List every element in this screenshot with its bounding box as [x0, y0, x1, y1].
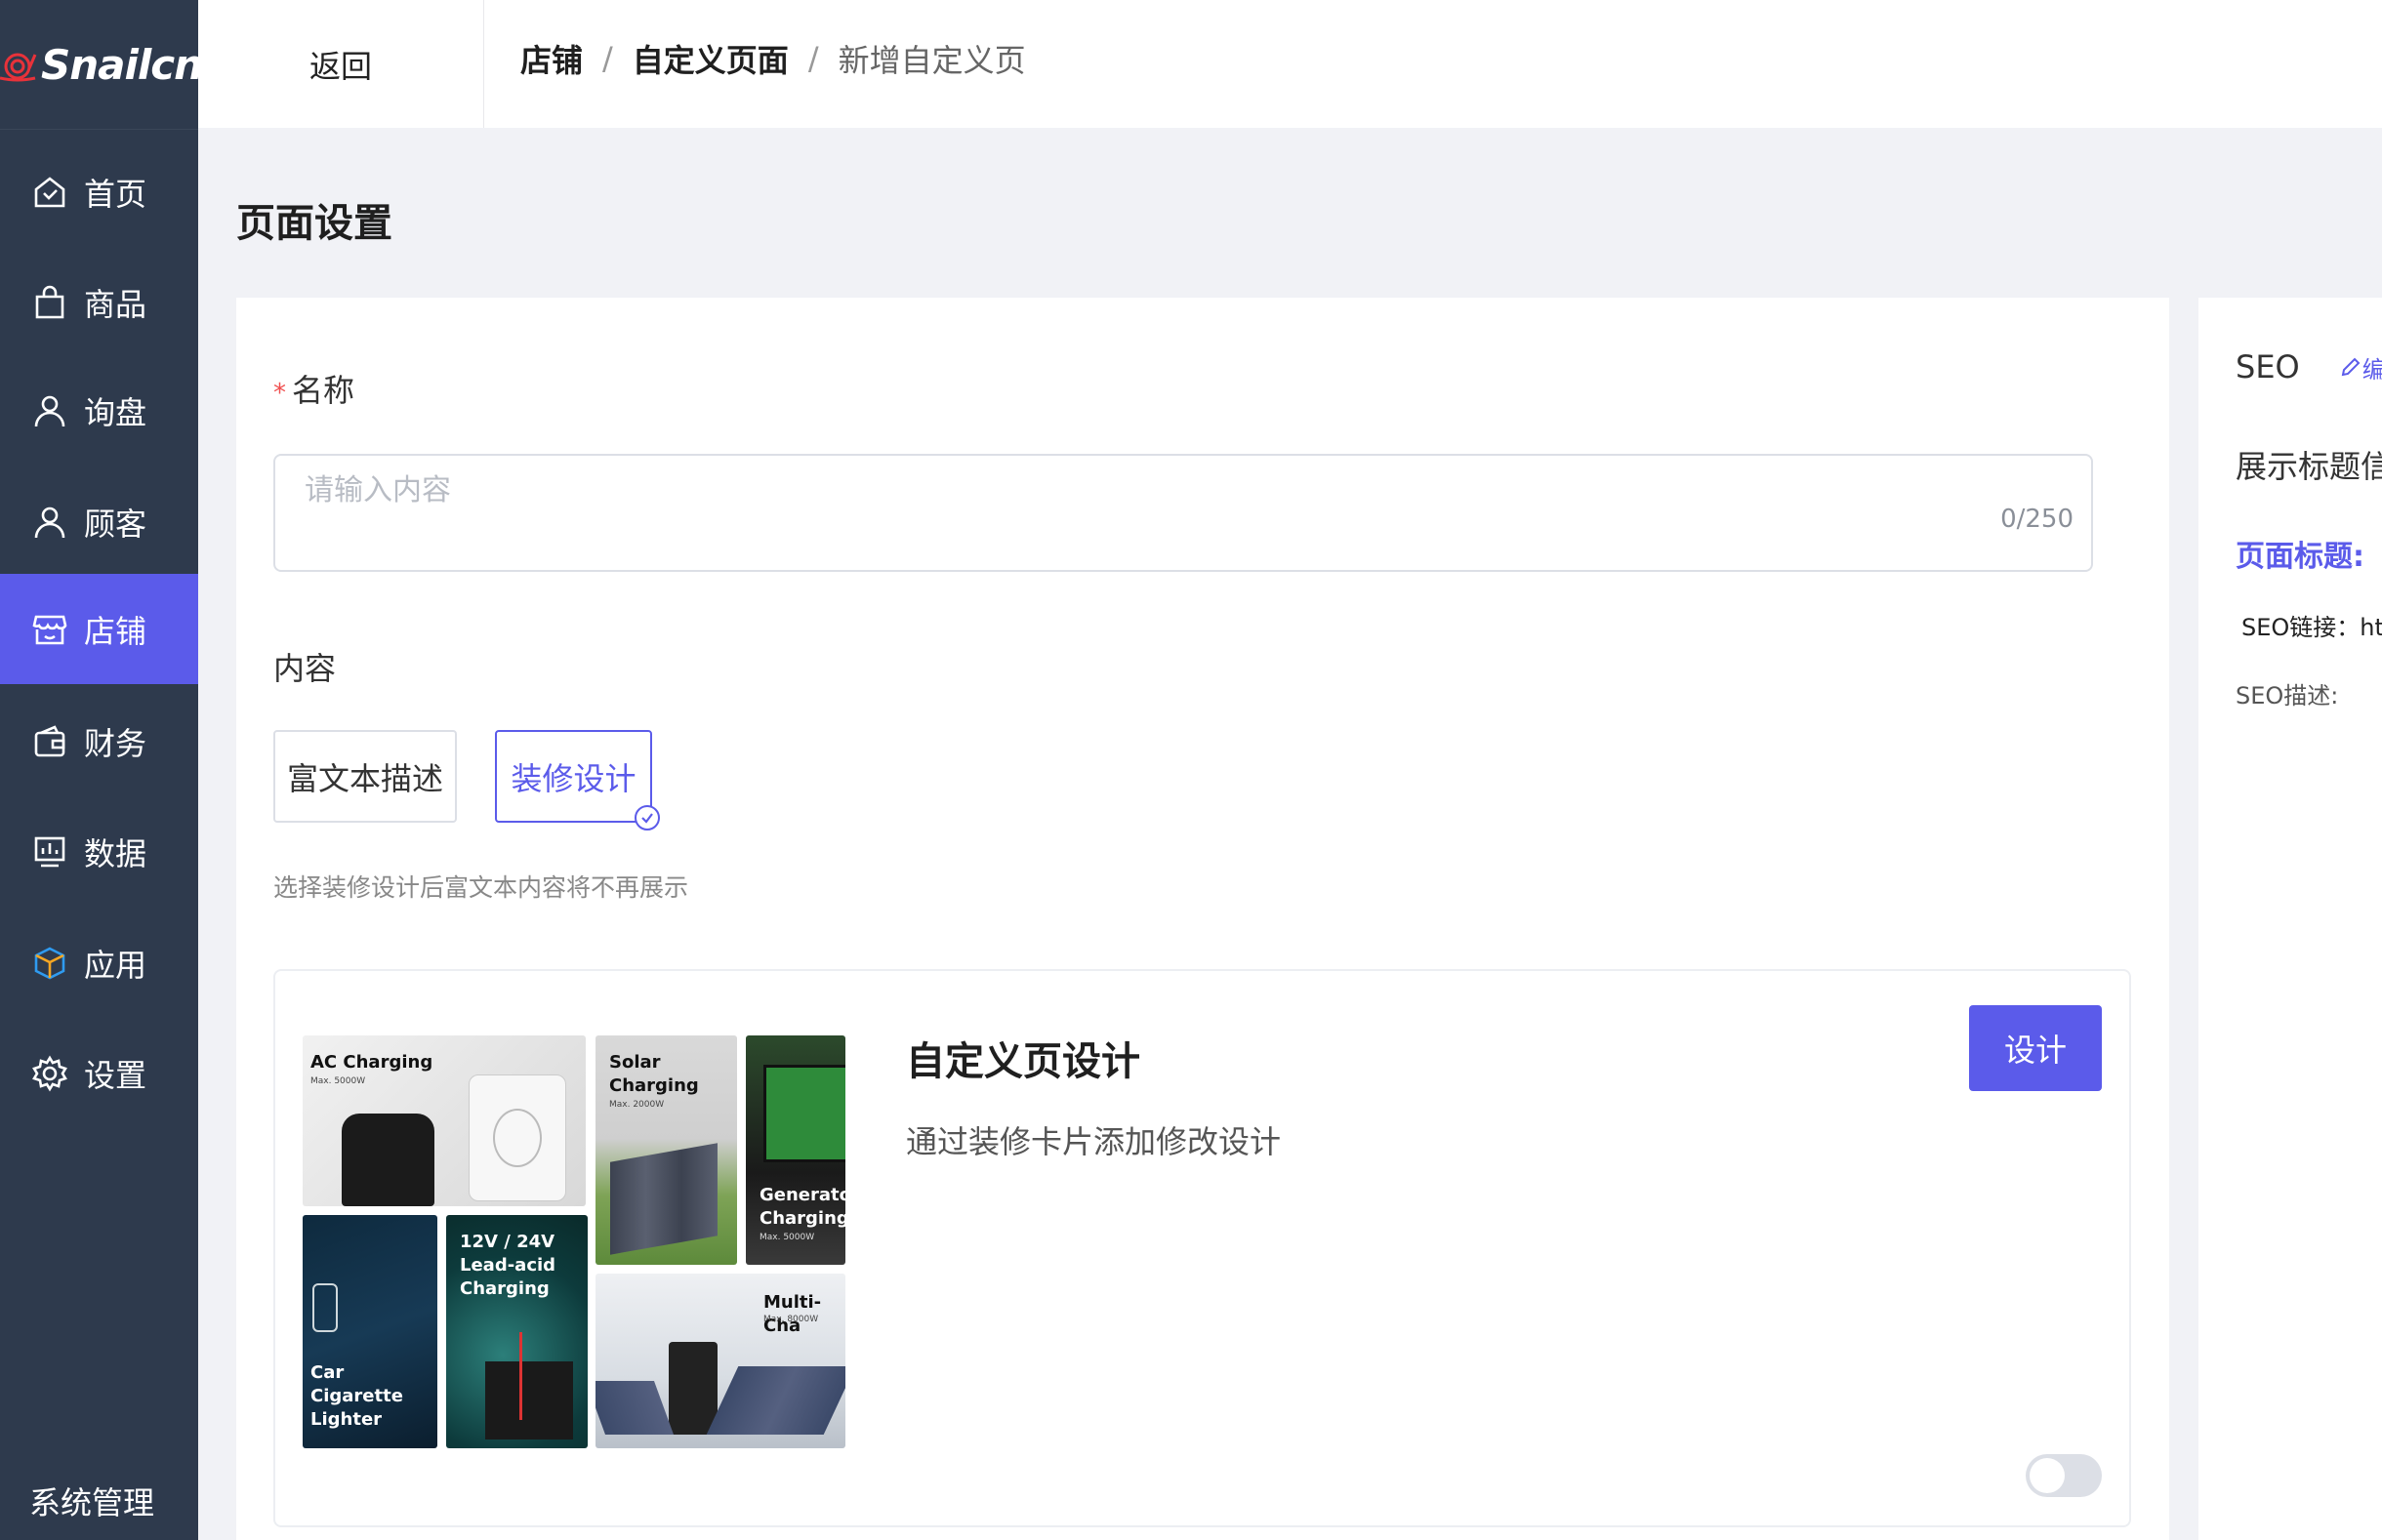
preview-tile-ac: AC Charging Max. 5000W: [303, 1035, 586, 1206]
sidebar-item-data[interactable]: 数据: [0, 796, 198, 907]
design-description: 通过装修卡片添加修改设计: [906, 1123, 1282, 1160]
sidebar-item-home[interactable]: 首页: [0, 137, 198, 247]
sidebar-item-settings[interactable]: 设置: [0, 1018, 198, 1128]
sidebar-item-inquiry[interactable]: 询盘: [0, 355, 198, 466]
seo-show-title: 展示标题信: [2236, 448, 2382, 485]
tile-subtitle: Max. 5000W: [760, 1233, 815, 1242]
sidebar-item-apps[interactable]: 应用: [0, 908, 198, 1018]
name-field[interactable]: 0/250: [273, 454, 2093, 572]
cube-icon: [34, 947, 65, 979]
seo-panel: SEO 编 展示标题信 页面标题: SEO链接：htt SEO描述:: [2198, 298, 2382, 1540]
sidebar-item-label: 财务: [84, 724, 147, 762]
tile-title: Solar: [609, 1052, 661, 1073]
character-counter: 0/250: [2000, 505, 2074, 534]
home-icon: [34, 176, 65, 207]
page-title: 页面设置: [236, 201, 392, 246]
top-bar: 返回 店铺 / 自定义页面 / 新增自定义页: [198, 0, 2382, 128]
logo[interactable]: Snailcn: [0, 0, 203, 130]
sidebar-item-label: 数据: [84, 834, 147, 872]
name-input[interactable]: [305, 473, 1945, 507]
tile-subtitle: Max. 8000W: [763, 1315, 819, 1324]
tile-title: Cigarette: [310, 1386, 403, 1406]
check-icon: [635, 805, 660, 831]
chart-icon: [34, 836, 65, 867]
sidebar-item-label: 顾客: [84, 505, 147, 543]
custom-page-design-box: AC Charging Max. 5000W Solar Charging Ma…: [273, 969, 2131, 1527]
decoration-design-option-label: 装修设计: [511, 759, 637, 797]
preview-tile-lead-acid: 12V / 24V Lead-acid Charging: [446, 1215, 588, 1448]
sidebar-item-products[interactable]: 商品: [0, 247, 198, 357]
preview-tile-solar: Solar Charging Max. 2000W: [596, 1035, 737, 1265]
rich-text-option-label: 富文本描述: [286, 759, 443, 797]
page-settings-card: *名称 0/250 内容 富文本描述 装修设计 选择装修设计后富文本内容将不再展…: [236, 298, 2169, 1540]
user-icon: [34, 395, 65, 426]
sidebar-item-label: 首页: [84, 175, 147, 213]
logo-text: Snailcn: [40, 40, 203, 89]
snail-logo-icon: [0, 53, 37, 82]
design-button[interactable]: 设计: [1969, 1005, 2102, 1091]
breadcrumb-separator: /: [807, 40, 819, 77]
breadcrumb-current: 新增自定义页: [838, 42, 1026, 79]
sidebar: Snailcn 首页 商品 询盘 顾客 店铺 财务 数据 应用 设置 系统管理: [0, 0, 203, 1540]
tile-title: 12V / 24V: [460, 1232, 555, 1252]
tile-title: Generator: [760, 1185, 845, 1205]
tile-title: Lighter: [310, 1409, 383, 1430]
tile-title: AC Charging: [310, 1052, 433, 1073]
sidebar-item-label: 设置: [84, 1056, 147, 1094]
seo-edit-label: 编: [2361, 355, 2382, 384]
decoration-design-option[interactable]: 装修设计: [495, 730, 660, 831]
preview-tile-multi: Multi-Cha Max. 8000W: [596, 1274, 845, 1448]
sidebar-item-label: 询盘: [84, 393, 147, 431]
tile-title: Lead-acid: [460, 1255, 556, 1276]
breadcrumb: 店铺 / 自定义页面 / 新增自定义页: [520, 0, 1026, 117]
gear-icon: [32, 1054, 67, 1092]
breadcrumb-store[interactable]: 店铺: [520, 36, 583, 81]
tile-title: Charging: [760, 1208, 845, 1229]
design-enable-toggle[interactable]: [2026, 1454, 2102, 1497]
sidebar-item-store[interactable]: 店铺: [0, 574, 198, 684]
breadcrumb-custom-pages[interactable]: 自定义页面: [633, 36, 789, 81]
seo-description: SEO描述:: [2236, 682, 2339, 709]
tile-subtitle: Max. 2000W: [609, 1100, 665, 1110]
breadcrumb-separator: /: [602, 40, 613, 77]
user-icon: [34, 507, 65, 538]
seo-edit-button[interactable]: 编: [2339, 350, 2382, 385]
content-label: 内容: [273, 650, 337, 687]
sidebar-item-label: 应用: [84, 946, 147, 984]
tile-title: Charging: [460, 1278, 550, 1299]
seo-title: SEO: [2236, 348, 2300, 385]
store-icon: [32, 615, 67, 644]
seo-link: SEO链接：htt: [2241, 614, 2382, 641]
design-preview-image: AC Charging Max. 5000W Solar Charging Ma…: [303, 1035, 845, 1448]
back-button[interactable]: 返回: [198, 0, 484, 128]
tile-subtitle: Max. 5000W: [310, 1076, 366, 1086]
content-hint: 选择装修设计后富文本内容将不再展示: [273, 873, 689, 902]
shopping-bag-icon: [35, 285, 64, 318]
wallet-icon: [34, 724, 65, 756]
sidebar-item-label: 店铺: [84, 612, 147, 650]
sidebar-item-label: 商品: [84, 285, 147, 323]
seo-header: SEO 编: [2236, 348, 2382, 385]
system-management-link[interactable]: 系统管理: [29, 1479, 154, 1523]
name-label: * 名称: [273, 366, 354, 411]
rich-text-option[interactable]: 富文本描述: [273, 730, 457, 823]
pencil-icon: [2341, 357, 2361, 377]
preview-tile-car: Car Cigarette Lighter: [303, 1215, 437, 1448]
tile-title: Charging: [609, 1075, 699, 1096]
preview-tile-generator: Generator Charging Max. 5000W: [746, 1035, 845, 1265]
sidebar-item-finance[interactable]: 财务: [0, 686, 198, 796]
logo-wordmark: Snailcn: [0, 40, 203, 89]
name-label-text: 名称: [292, 372, 355, 409]
design-title: 自定义页设计: [906, 1039, 1140, 1084]
tile-title: Car: [310, 1362, 345, 1383]
sidebar-item-customers[interactable]: 顾客: [0, 466, 198, 577]
required-mark: *: [273, 379, 286, 408]
seo-page-title: 页面标题:: [2236, 540, 2364, 574]
